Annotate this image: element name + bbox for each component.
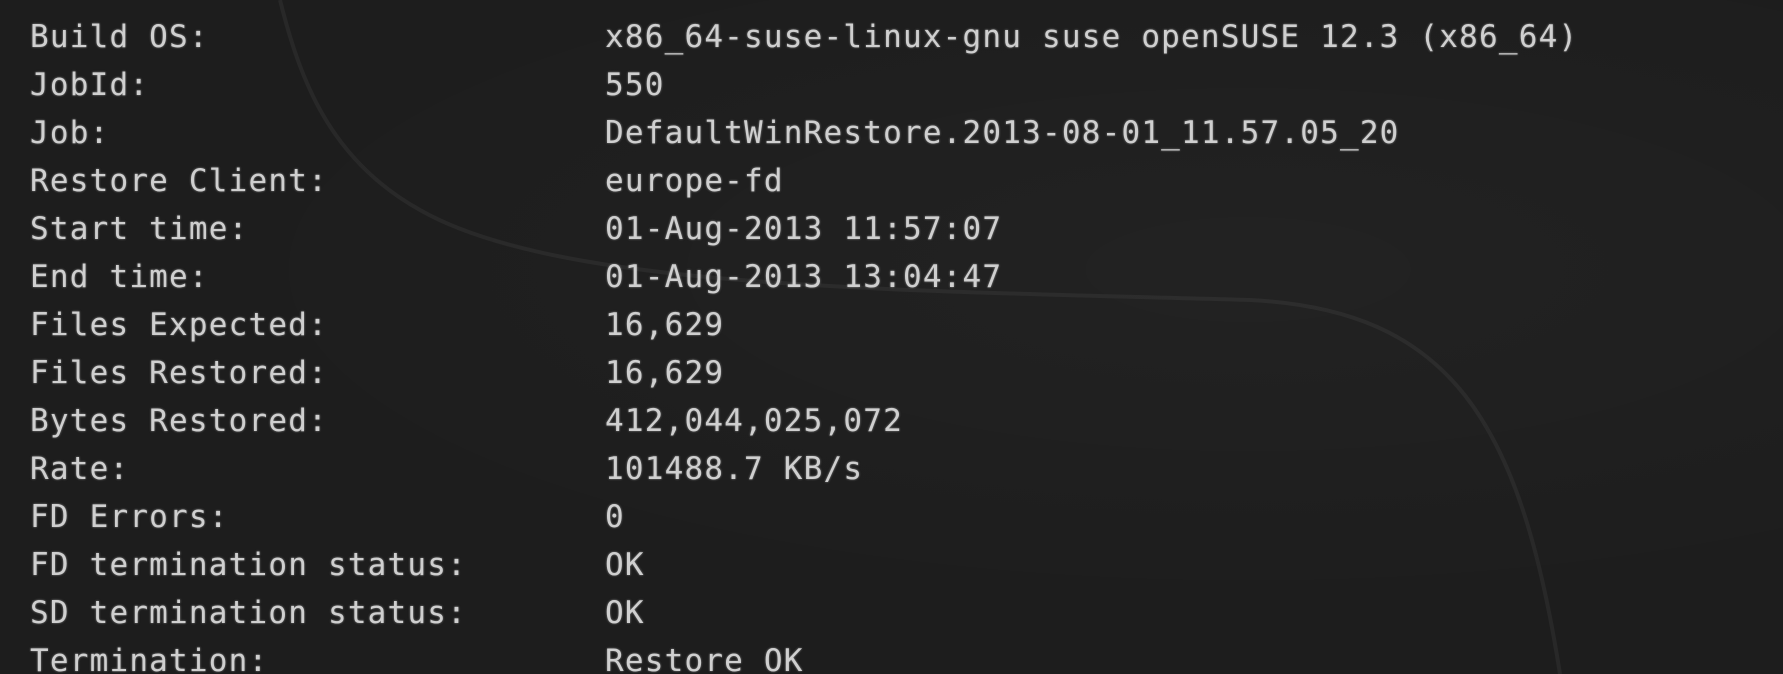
row-label: Files Expected: [30, 307, 328, 343]
report-row-rate: Rate: 101488.7 KB/s [30, 445, 1578, 493]
row-label: JobId: [30, 67, 150, 103]
report-row-jobid: JobId: 550 [30, 61, 1578, 109]
report-row-end-time: End time: 01-Aug-2013 13:04:47 [30, 253, 1578, 301]
row-value: 550 [605, 67, 665, 103]
report-row-bytes-restored: Bytes Restored: 412,044,025,072 [30, 397, 1578, 445]
row-label: Files Restored: [30, 355, 328, 391]
report-row-build-os: Build OS: x86_64-suse-linux-gnu suse open… [30, 13, 1578, 61]
row-value: 412,044,025,072 [605, 403, 903, 439]
row-value: 16,629 [605, 307, 725, 343]
row-label: Job: [30, 115, 110, 151]
row-label: Restore Client: [30, 163, 328, 199]
row-value: 101488.7 KB/s [605, 451, 864, 487]
row-value: Restore OK [605, 643, 804, 674]
job-report: Build OS: x86_64-suse-linux-gnu suse open… [30, 13, 1578, 674]
report-row-job: Job: DefaultWinRestore.2013-08-01_11.57.0… [30, 109, 1578, 157]
row-value: OK [605, 547, 645, 583]
row-label: Bytes Restored: [30, 403, 328, 439]
report-row-files-expected: Files Expected: 16,629 [30, 301, 1578, 349]
row-label: Rate: [30, 451, 130, 487]
report-row-fd-errors: FD Errors: 0 [30, 493, 1578, 541]
row-value: DefaultWinRestore.2013-08-01_11.57.05_20 [605, 115, 1400, 151]
row-label: Start time: [30, 211, 249, 247]
row-label: End time: [30, 259, 209, 295]
row-value: europe-fd [605, 163, 784, 199]
terminal-output: Build OS: x86_64-suse-linux-gnu suse open… [0, 0, 1783, 674]
row-label: FD termination status: [30, 547, 467, 583]
row-label: Termination: [30, 643, 269, 674]
report-row-sd-termination-status: SD termination status: OK [30, 589, 1578, 637]
row-label: SD termination status: [30, 595, 467, 631]
row-value: 16,629 [605, 355, 725, 391]
row-value: 01-Aug-2013 13:04:47 [605, 259, 1003, 295]
row-value: 0 [605, 499, 625, 535]
row-value: OK [605, 595, 645, 631]
row-label: Build OS: [30, 19, 209, 55]
row-value: 01-Aug-2013 11:57:07 [605, 211, 1003, 247]
row-value: x86_64-suse-linux-gnu suse openSUSE 12.3… [605, 19, 1579, 55]
row-label: FD Errors: [30, 499, 229, 535]
report-row-files-restored: Files Restored: 16,629 [30, 349, 1578, 397]
report-row-fd-termination-status: FD termination status: OK [30, 541, 1578, 589]
report-row-start-time: Start time: 01-Aug-2013 11:57:07 [30, 205, 1578, 253]
report-row-restore-client: Restore Client: europe-fd [30, 157, 1578, 205]
report-row-termination: Termination: Restore OK [30, 637, 1578, 674]
